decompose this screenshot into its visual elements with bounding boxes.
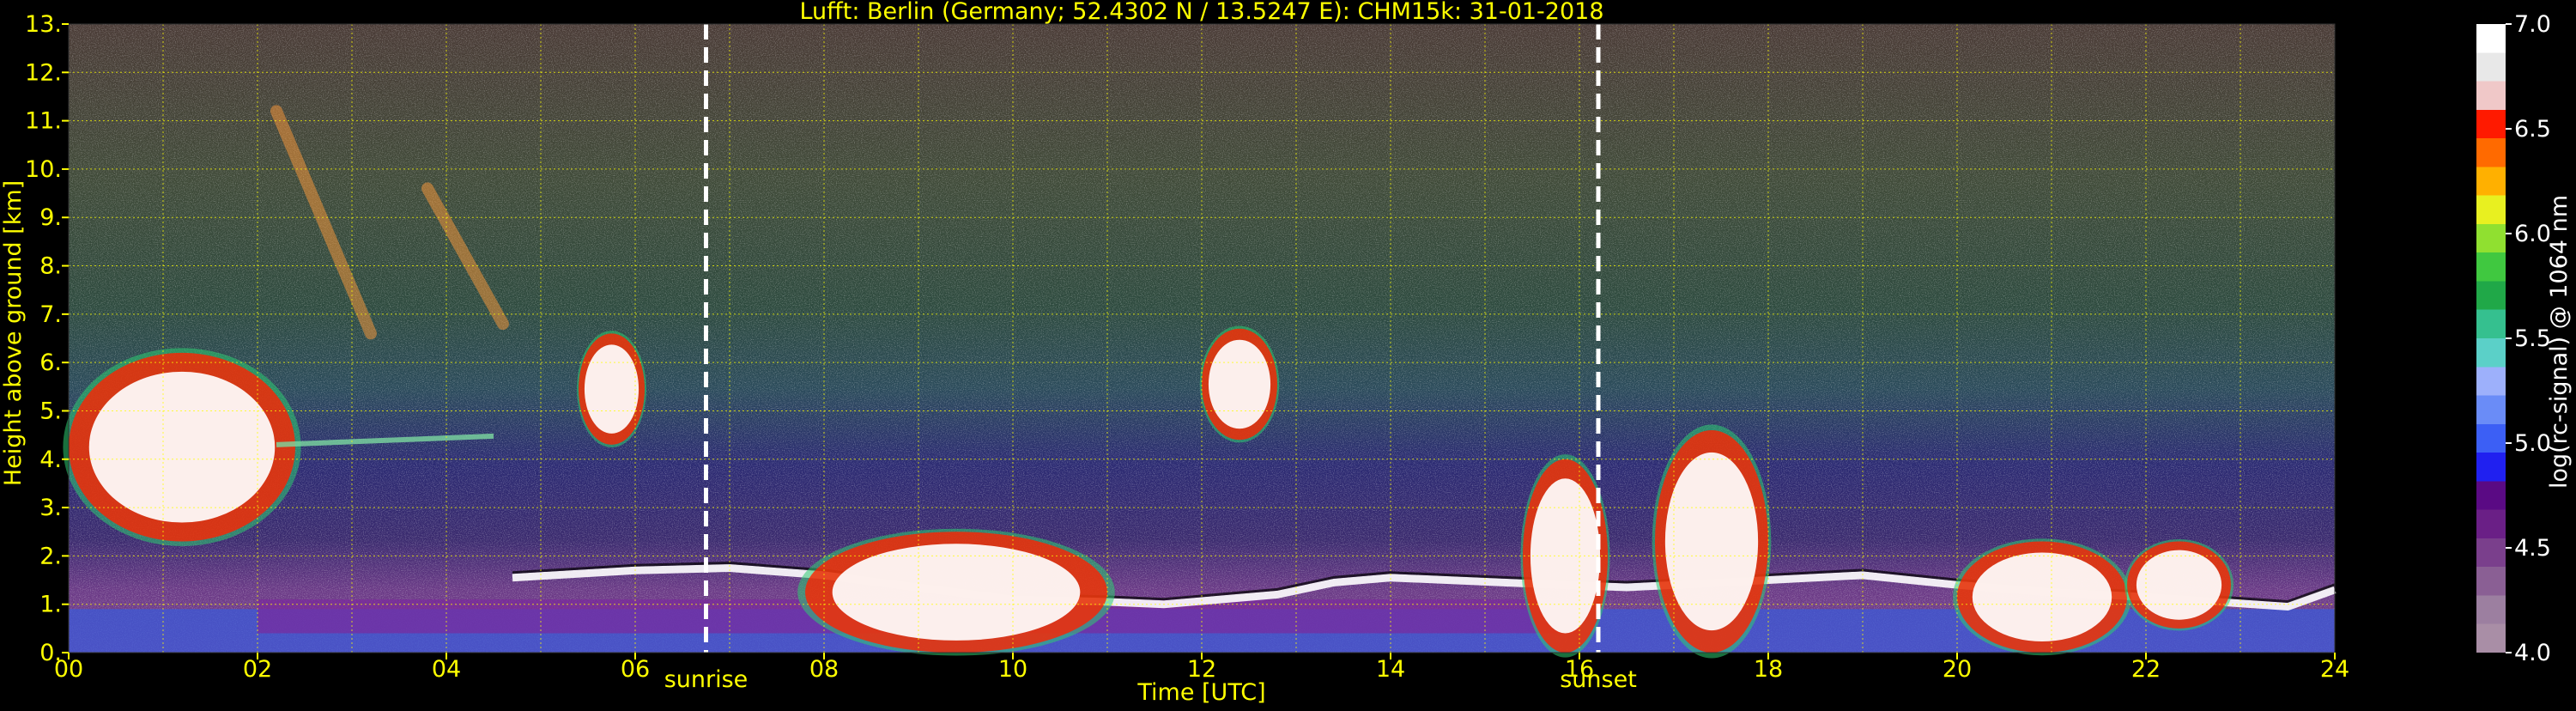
colorbar-ticks: 4.04.55.05.56.06.57.0 bbox=[2506, 11, 2551, 666]
y-tick-label: 0. bbox=[39, 640, 62, 666]
x-tick-label: 22 bbox=[2131, 656, 2161, 683]
x-axis-label: Time [UTC] bbox=[1136, 679, 1265, 706]
cloud-core bbox=[832, 544, 1081, 641]
cloud-core bbox=[584, 344, 639, 434]
x-tick-label: 02 bbox=[243, 656, 272, 683]
cloud-core bbox=[1664, 452, 1759, 631]
colorbar-label: log(rc-signal) @ 1064 nm bbox=[2546, 195, 2573, 489]
colorbar-tick-label: 7.0 bbox=[2514, 11, 2551, 38]
colorbar-scale bbox=[2476, 24, 2506, 653]
chart-svg: sunrise sunset 00 02 04 06 08 10 12 14 16 18 20 22 24… bbox=[0, 0, 2573, 706]
y-tick-label: 5. bbox=[39, 398, 62, 424]
cloud-core bbox=[88, 371, 276, 523]
y-tick-label: 4. bbox=[39, 447, 62, 473]
cloud-core bbox=[2136, 550, 2222, 620]
y-tick-label: 13. bbox=[25, 11, 62, 38]
x-tick-label: 06 bbox=[621, 656, 650, 683]
cloud-core bbox=[1972, 552, 2112, 642]
x-tick-label: 18 bbox=[1754, 656, 1783, 683]
y-tick-label: 6. bbox=[39, 349, 62, 376]
colorbar-tick-label: 4.0 bbox=[2514, 640, 2551, 666]
x-tick-label: 16 bbox=[1565, 656, 1594, 683]
y-tick-label: 9. bbox=[39, 204, 62, 231]
y-tick-label: 8. bbox=[39, 253, 62, 280]
x-tick-label: 04 bbox=[432, 656, 461, 683]
y-axis-label: Height above ground [km] bbox=[0, 180, 27, 486]
cloud-core bbox=[1208, 339, 1271, 429]
x-tick-label: 14 bbox=[1376, 656, 1405, 683]
marker-label-sunrise: sunrise bbox=[664, 666, 749, 693]
colorbar-tick-label: 6.5 bbox=[2514, 116, 2551, 143]
x-tick-label: 24 bbox=[2320, 656, 2349, 683]
y-tick-label: 10. bbox=[25, 156, 62, 183]
colorbar-tick-label: 4.5 bbox=[2514, 535, 2551, 562]
colorbar: 4.04.55.05.56.06.57.0 log(rc-signal) @ 1… bbox=[2476, 11, 2573, 666]
x-tick-label: 08 bbox=[809, 656, 839, 683]
plot-area: sunrise sunset bbox=[63, 23, 2337, 693]
y-tick-label: 7. bbox=[39, 301, 62, 328]
x-tick-label: 10 bbox=[998, 656, 1027, 683]
x-tick-label: 20 bbox=[1943, 656, 1972, 683]
y-tick-label: 1. bbox=[39, 592, 62, 618]
chart-title: Lufft: Berlin (Germany; 52.4302 N / 13.5… bbox=[799, 0, 1603, 25]
y-tick-label: 11. bbox=[25, 108, 62, 135]
y-tick-label: 3. bbox=[39, 495, 62, 521]
lidar-chart: sunrise sunset 00 02 04 06 08 10 12 14 16 18 20 22 24… bbox=[0, 0, 2576, 708]
y-tick-label: 12. bbox=[25, 59, 62, 86]
y-tick-label: 2. bbox=[39, 543, 62, 569]
